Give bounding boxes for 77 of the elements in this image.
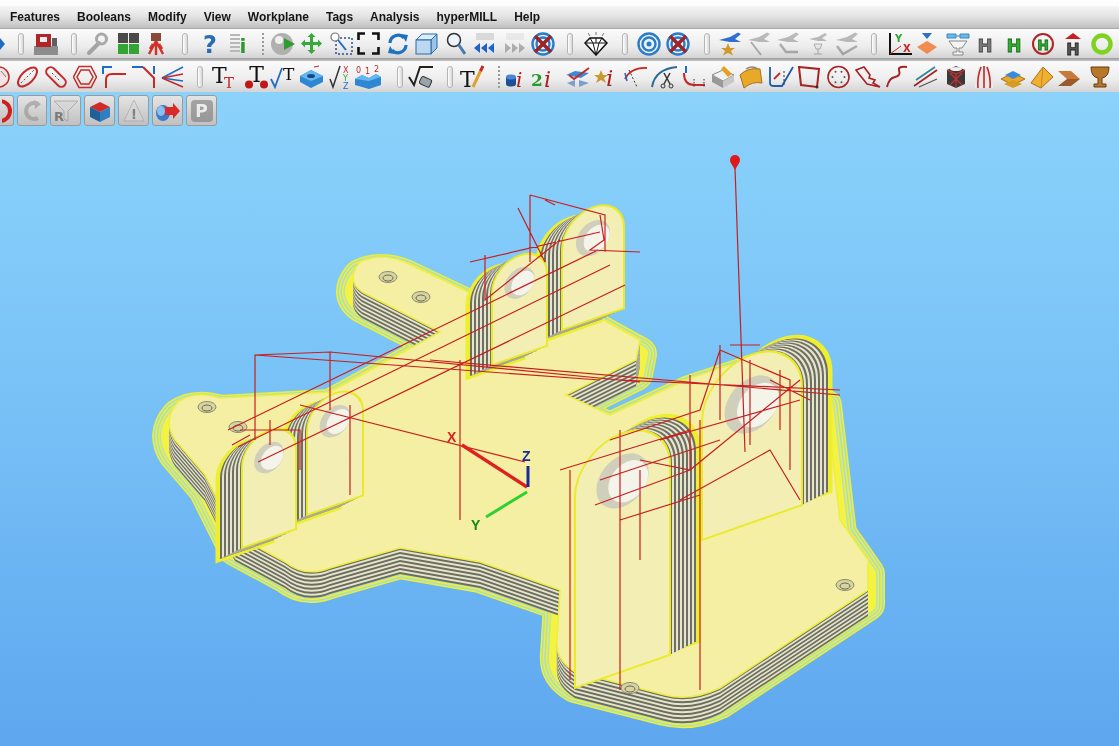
parallel-lines-icon[interactable] [913, 64, 938, 89]
sphere-icon[interactable] [270, 31, 296, 56]
magnifier-icon[interactable] [446, 31, 466, 56]
slot-icon[interactable] [44, 64, 68, 89]
grid-icon[interactable] [117, 31, 140, 56]
menu-item[interactable]: Tags [326, 10, 354, 24]
toolbar-separator [447, 65, 453, 88]
target-cross-icon[interactable] [530, 31, 556, 56]
help-icon[interactable]: ? [203, 31, 217, 56]
y-axis-label: Y [471, 517, 481, 533]
z-axis-line [526, 466, 530, 487]
chamfer-icon[interactable] [131, 64, 156, 89]
rewind-icon[interactable] [473, 31, 496, 56]
box-button[interactable] [84, 95, 115, 126]
diamond-icon[interactable] [584, 31, 608, 56]
move-icon[interactable] [300, 31, 323, 56]
menu-item[interactable]: Modify [148, 10, 187, 24]
fan-lines-icon[interactable] [161, 64, 184, 89]
curve-icon[interactable] [623, 64, 648, 89]
toolbar-separator [262, 32, 264, 55]
clip-block-icon[interactable] [710, 64, 736, 89]
sheet-icon[interactable] [1029, 64, 1054, 89]
menu-item[interactable]: Booleans [77, 10, 132, 24]
y-axis-line [485, 490, 528, 519]
quadrilateral-icon[interactable] [797, 64, 821, 89]
check-device-icon[interactable] [408, 64, 434, 89]
toolbar-separator [498, 65, 500, 88]
goblet-icon[interactable] [1089, 64, 1111, 89]
target-cross-icon[interactable] [666, 31, 690, 56]
z-axis-label: Z [522, 448, 531, 464]
pin-icon [730, 155, 740, 170]
u-curve-icon[interactable] [768, 64, 795, 89]
menu-item[interactable]: Help [514, 10, 541, 24]
letter-h-icon[interactable]: H [977, 31, 993, 56]
menu-item[interactable]: Workplane [247, 10, 309, 24]
toolbar-separator [71, 32, 77, 55]
menu-item[interactable]: View [203, 10, 231, 24]
s-curve-icon[interactable] [885, 64, 908, 89]
ring-button[interactable] [0, 95, 14, 126]
fillet-icon[interactable] [102, 64, 127, 89]
wire-cube-icon[interactable] [944, 64, 968, 89]
polyline-icon[interactable] [682, 64, 706, 89]
hexagon-icon[interactable] [73, 64, 97, 89]
toolbar-separator [567, 32, 573, 55]
machine-icon[interactable] [33, 31, 59, 56]
corner-brackets-icon[interactable] [357, 31, 380, 56]
tilted-plane-icon[interactable] [916, 31, 938, 56]
cube-icon[interactable] [414, 31, 439, 56]
toolbar-separator [182, 32, 188, 55]
toolbar-separator [18, 32, 24, 55]
block-icon[interactable] [299, 64, 324, 89]
menu-item[interactable]: hyperMILL [436, 10, 498, 24]
circle-points-icon[interactable] [826, 64, 851, 89]
toolbar-separator [704, 32, 710, 55]
toolbar-separator [397, 65, 403, 88]
plane-check-icon[interactable] [565, 64, 591, 89]
vase-icon[interactable] [972, 64, 996, 89]
toolbar-separator [871, 32, 877, 55]
cup-icon[interactable] [946, 31, 970, 56]
toolbar-separator [197, 65, 203, 88]
ring-icon [2, 98, 13, 123]
curve-split-icon[interactable] [650, 64, 678, 89]
menu-item[interactable]: Features [10, 10, 61, 24]
zigzag-icon[interactable] [855, 64, 881, 89]
curved-arrow-icon [23, 98, 41, 123]
plane-star-icon[interactable] [718, 31, 742, 56]
ellipse-icon[interactable] [16, 64, 39, 89]
two-info-icon[interactable]: 2i [530, 64, 558, 89]
menu-item[interactable]: Analysis [370, 10, 420, 24]
toolbar-separator [622, 32, 628, 55]
surface-icon[interactable] [738, 64, 763, 89]
selection-icon[interactable] [330, 31, 353, 56]
target-icon[interactable] [637, 31, 661, 56]
rotate-icon[interactable] [387, 31, 409, 56]
arrow-button[interactable] [152, 95, 183, 126]
x-axis-label: X [447, 429, 457, 445]
tripod-icon[interactable] [147, 31, 165, 56]
